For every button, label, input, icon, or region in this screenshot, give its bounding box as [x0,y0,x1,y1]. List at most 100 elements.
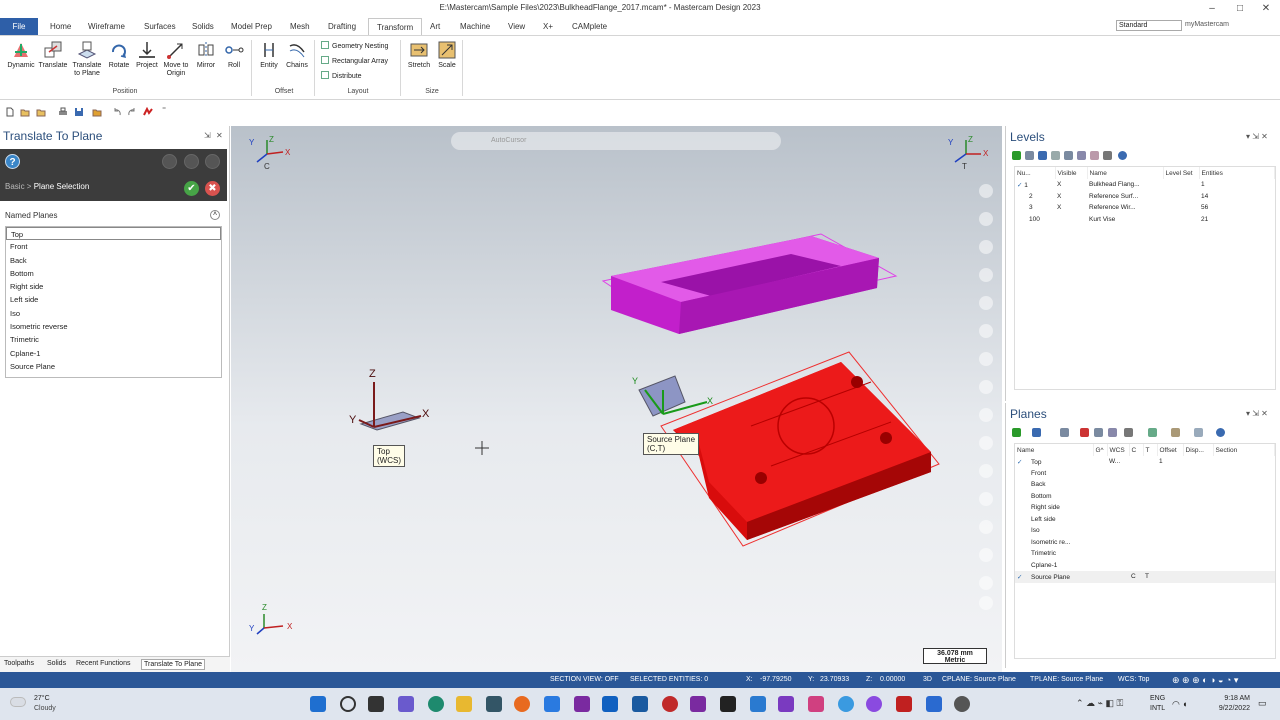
tab-recent-functions[interactable]: Recent Functions [74,659,132,668]
cancel-disabled-icon[interactable] [205,154,220,169]
list-item[interactable]: Back [6,254,221,267]
table-row[interactable]: Front [1015,468,1275,480]
plane-empty-cell[interactable] [1093,548,1107,560]
save-as-icon[interactable] [92,107,102,117]
messenger-icon[interactable] [866,696,882,712]
vscode-icon[interactable] [750,696,766,712]
store-icon[interactable] [486,696,502,712]
plane-c-cell[interactable] [1129,525,1143,537]
plane-offset-cell[interactable] [1157,571,1183,583]
plane-empty-cell[interactable] [1213,525,1275,537]
plane-wcs-cell[interactable] [1107,491,1129,503]
plane-select-icon[interactable] [1032,428,1041,437]
workspace-select[interactable]: Standard [1116,20,1182,31]
app-icon[interactable] [720,696,736,712]
plane-empty-cell[interactable] [1093,456,1107,468]
plane-offset-cell[interactable] [1157,537,1183,549]
chat-icon[interactable] [398,696,414,712]
wcs-status[interactable]: WCS: Top [1118,676,1149,683]
search-icon[interactable] [340,696,356,712]
system-tray-icons[interactable]: ⌃ ☁ ⌁ ◧ ⚿ [1076,698,1123,709]
rectangular-array-button[interactable]: Rectangular Array [321,56,388,65]
plane-empty-cell[interactable] [1093,502,1107,514]
plane-wcs-cell[interactable] [1107,560,1129,572]
plane-empty-cell[interactable] [1183,468,1213,480]
table-row[interactable]: Left side [1015,514,1275,526]
tab-mesh[interactable]: Mesh [282,18,318,35]
plane-offset-cell[interactable]: 1 [1157,456,1183,468]
column-header[interactable]: Name [1087,167,1164,179]
plane-empty-cell[interactable] [1183,571,1213,583]
scale-button[interactable]: Scale [431,40,463,70]
plane-t-cell[interactable] [1143,525,1157,537]
clock-date[interactable]: 9/22/2022 [1210,705,1250,712]
plane-wcs-cell[interactable] [1107,548,1129,560]
app-icon[interactable] [544,696,560,712]
weather-temp[interactable]: 27°C [34,695,50,702]
tab-file[interactable]: File [0,18,38,35]
plane-wcs-cell[interactable] [1107,502,1129,514]
plane-empty-cell[interactable] [1183,537,1213,549]
plane-empty-cell[interactable] [1093,491,1107,503]
network-icon[interactable]: ◠ [1172,699,1180,710]
gear-icon[interactable] [1124,428,1133,437]
table-row[interactable]: 3 X Reference Wir... 56 [1015,202,1275,214]
list-item[interactable]: Left side [6,293,221,306]
file-explorer-icon[interactable] [456,696,472,712]
plane-reset-icon[interactable] [1148,428,1157,437]
column-header[interactable]: G^ [1093,444,1108,456]
level-color-icon[interactable] [1090,151,1099,160]
panel-menu-icon[interactable]: ▾ ⇲ ✕ [1246,409,1268,418]
list-item[interactable]: Isometric reverse [6,320,221,333]
plane-wcs-cell[interactable] [1107,525,1129,537]
plane-empty-cell[interactable] [1213,468,1275,480]
plane-c-cell[interactable] [1129,548,1143,560]
volume-icon[interactable]: ◖ [1182,699,1187,709]
tab-machine[interactable]: Machine [452,18,498,35]
mail-icon[interactable] [926,696,942,712]
outlook-icon[interactable] [602,696,618,712]
level-set-icon[interactable] [1038,151,1047,160]
column-header[interactable]: Disp... [1183,444,1214,456]
plane-empty-cell[interactable] [1213,514,1275,526]
plane-c-cell[interactable] [1129,514,1143,526]
app-icon[interactable] [662,696,678,712]
plane-c-cell[interactable] [1129,479,1143,491]
onenote-icon[interactable] [574,696,590,712]
tab-toolpaths[interactable]: Toolpaths [2,659,36,668]
tab-x-plus[interactable]: X+ [535,18,561,35]
tab-model-prep[interactable]: Model Prep [223,18,280,35]
app-icon[interactable] [808,696,824,712]
breadcrumb-basic[interactable]: Basic [5,182,25,191]
column-header[interactable]: Entities [1199,167,1275,179]
plane-empty-cell[interactable] [1093,514,1107,526]
table-row[interactable]: Trimetric [1015,548,1275,560]
my-mastercam-link[interactable]: myMastercam [1185,21,1229,28]
table-row[interactable]: ✓ 1 X Bulkhead Flang... 1 [1015,179,1275,191]
plane-t-cell[interactable] [1143,456,1157,468]
add-level-icon[interactable] [1012,151,1021,160]
list-item[interactable]: Top [6,227,221,241]
plane-empty-cell[interactable] [1183,456,1213,468]
minimize-button[interactable]: – [1200,2,1224,16]
project-button[interactable]: Project [131,40,163,70]
table-row[interactable]: ✓ Source Plane C T [1015,571,1275,583]
tab-art[interactable]: Art [422,18,448,35]
plane-show-icon[interactable] [1194,428,1203,437]
firefox-icon[interactable] [514,696,530,712]
list-item[interactable]: Cplane-1 [6,347,221,360]
tab-solids[interactable]: Solids [184,18,222,35]
level-grid-icon[interactable] [1077,151,1086,160]
dynamic-button[interactable]: Dynamic [5,40,37,70]
plane-offset-cell[interactable] [1157,525,1183,537]
offset-chains-button[interactable]: Chains [281,40,313,70]
table-row[interactable]: 2 X Reference Surf... 14 [1015,191,1275,203]
list-item[interactable]: Bottom [6,267,221,280]
column-header[interactable]: Nu... [1015,167,1056,179]
plane-empty-cell[interactable] [1093,468,1107,480]
plane-empty-cell[interactable] [1093,571,1107,583]
plane-c-cell[interactable] [1129,537,1143,549]
column-header[interactable]: Level Set [1163,167,1200,179]
plane-empty-cell[interactable] [1213,537,1275,549]
plane-empty-cell[interactable] [1183,548,1213,560]
